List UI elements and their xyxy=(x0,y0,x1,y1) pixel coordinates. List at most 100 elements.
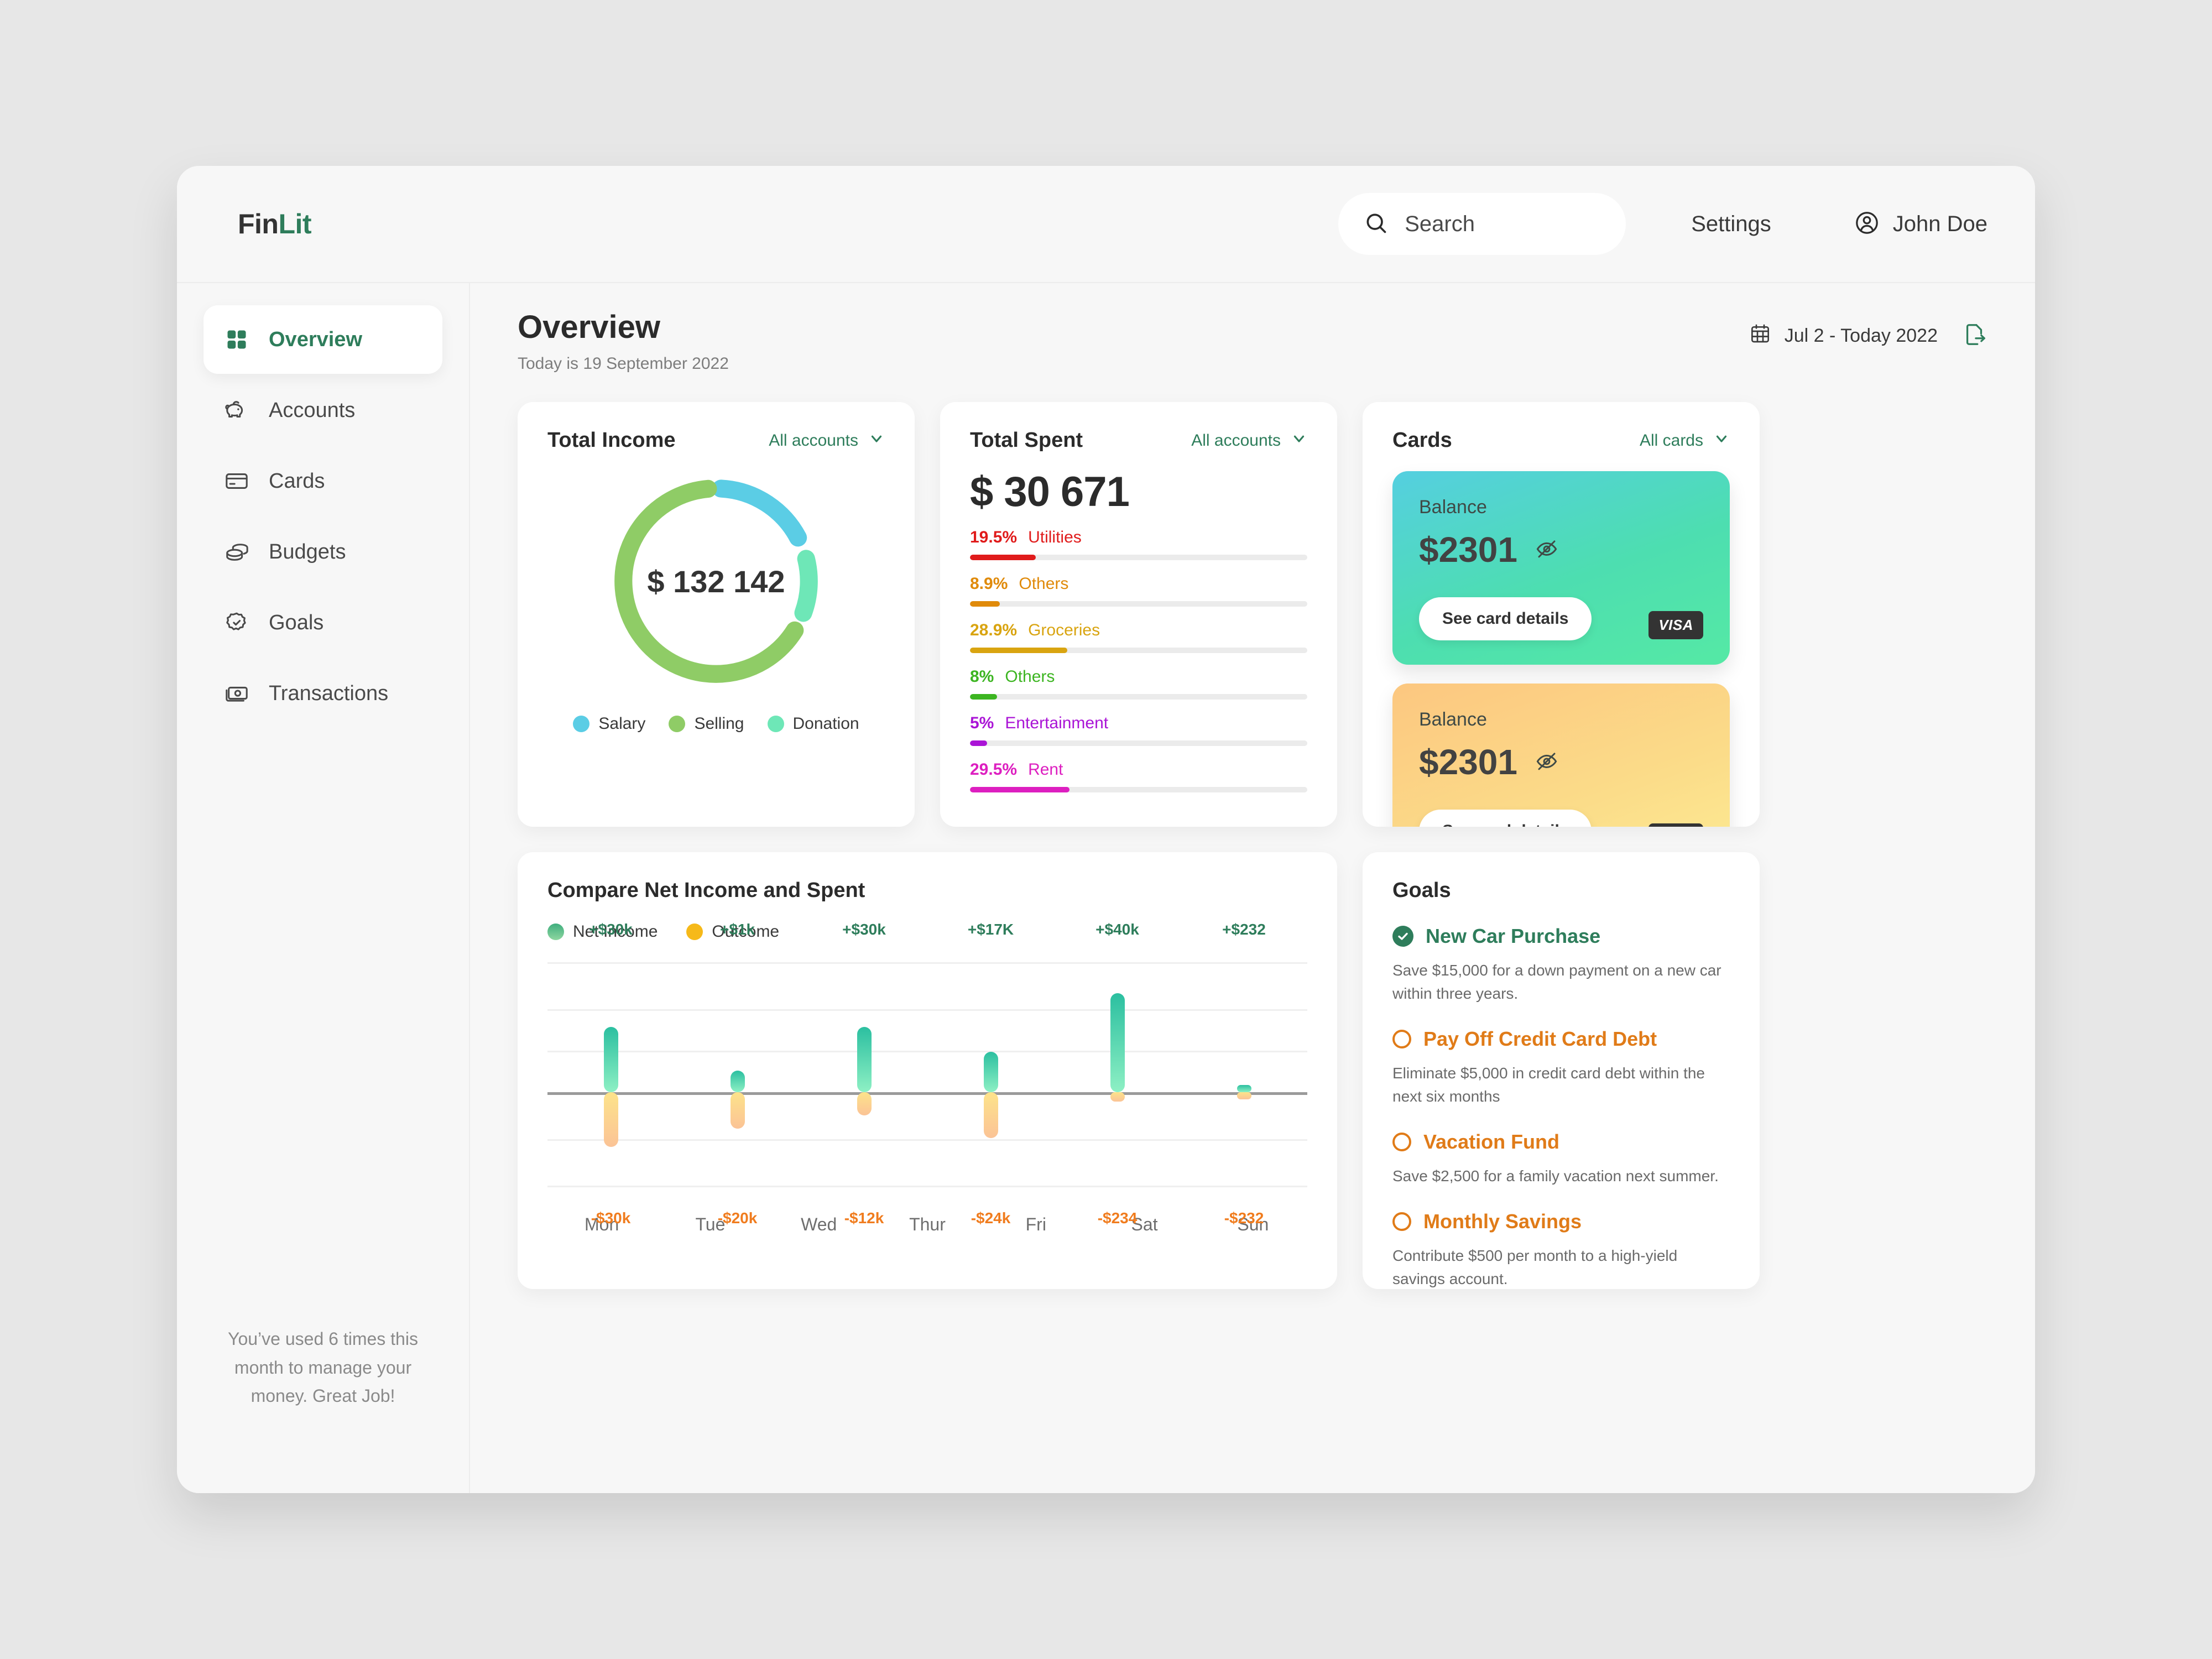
sidebar-item-overview[interactable]: Overview xyxy=(204,305,442,374)
chart-column: +$30k-$12k xyxy=(801,947,927,1207)
avatar xyxy=(1854,210,1880,238)
bar-net-income xyxy=(1237,1085,1251,1092)
goals-title: Goals xyxy=(1392,879,1451,902)
spending-row: 19.5%Utilities xyxy=(970,528,1307,560)
card-title: Total Spent xyxy=(970,429,1083,452)
bar-value-negative: -$20k xyxy=(718,1209,758,1227)
income-amount: $ 132 142 xyxy=(518,462,915,700)
card-title: Cards xyxy=(1392,429,1452,452)
legend-dot-selling xyxy=(669,716,685,732)
sidebar-footer-note: You’ve used 6 times this month to manage… xyxy=(177,1325,469,1493)
bar-outcome xyxy=(731,1092,745,1129)
see-card-details-button[interactable]: See card details xyxy=(1419,597,1592,640)
credit-card-item[interactable]: Balance $2301 See card details VIS xyxy=(1392,684,1730,827)
day-label: Thur xyxy=(873,1214,982,1235)
income-donut-chart: $ 132 142 xyxy=(518,462,915,700)
search-icon xyxy=(1364,211,1388,238)
sidebar-item-label: Goals xyxy=(269,611,324,635)
header-actions: Search Settings John Doe xyxy=(1338,193,1987,255)
spending-category: Groceries xyxy=(1028,621,1100,640)
spending-category: Rent xyxy=(1028,760,1063,779)
goal-name: New Car Purchase xyxy=(1426,925,1600,948)
chart-column: +$232-$232 xyxy=(1181,947,1307,1207)
see-card-details-button[interactable]: See card details xyxy=(1419,810,1592,827)
bar-outcome xyxy=(1237,1092,1251,1099)
goals-panel: Goals New Car PurchaseSave $15,000 for a… xyxy=(1363,852,1760,1289)
legend-label: Donation xyxy=(793,714,859,733)
settings-link[interactable]: Settings xyxy=(1691,212,1771,237)
chart-column: +$30k-$30k xyxy=(547,947,674,1207)
spending-percent: 8% xyxy=(970,667,994,686)
legend-dot-salary xyxy=(573,716,589,732)
piggy-bank-icon xyxy=(223,397,250,424)
spending-progress-track xyxy=(970,787,1307,792)
total-spent-amount: $ 30 671 xyxy=(940,452,1337,516)
bar-outcome xyxy=(857,1092,872,1115)
bar-value-negative: -$12k xyxy=(844,1209,884,1227)
spending-progress-track xyxy=(970,740,1307,746)
bar-value-positive: +$30k xyxy=(842,921,886,938)
spending-progress-fill xyxy=(970,555,1036,560)
card-balance-label: Balance xyxy=(1419,709,1703,731)
goal-item[interactable]: Vacation FundSave $2,500 for a family va… xyxy=(1363,1130,1760,1188)
compare-chart-card: Compare Net Income and Spent Net Income … xyxy=(518,852,1337,1289)
bar-value-negative: -$232 xyxy=(1224,1209,1264,1227)
main-content: Overview Today is 19 September 2022 xyxy=(470,283,2035,1493)
goal-item[interactable]: Monthly SavingsContribute $500 per month… xyxy=(1363,1210,1760,1291)
goal-item[interactable]: Pay Off Credit Card Debt Eliminate $5,000… xyxy=(1363,1027,1760,1108)
legend-dot-net-income xyxy=(547,924,564,940)
sidebar-item-accounts[interactable]: Accounts xyxy=(204,376,442,445)
income-account-filter[interactable]: All accounts xyxy=(769,430,885,451)
total-spent-card: Total Spent All accounts $ 30 671 19.5%U… xyxy=(940,402,1337,827)
bar-net-income xyxy=(1110,993,1125,1092)
check-circle-icon xyxy=(1392,926,1413,947)
cards-filter[interactable]: All cards xyxy=(1640,430,1730,451)
spending-row: 5%Entertainment xyxy=(970,714,1307,746)
bar-value-negative: -$234 xyxy=(1098,1209,1138,1227)
spending-category: Entertainment xyxy=(1005,714,1108,733)
bar-value-positive: +$232 xyxy=(1222,921,1266,938)
search-input[interactable]: Search xyxy=(1338,193,1626,255)
goal-name: Vacation Fund xyxy=(1423,1130,1559,1154)
sidebar-item-goals[interactable]: Goals xyxy=(204,588,442,657)
spending-percent: 8.9% xyxy=(970,575,1008,593)
goal-description: Eliminate $5,000 in credit card debt wit… xyxy=(1392,1062,1730,1108)
sidebar-item-cards[interactable]: Cards xyxy=(204,447,442,515)
sidebar-item-budgets[interactable]: Budgets xyxy=(204,518,442,586)
bar-value-positive: +$40k xyxy=(1095,921,1139,938)
user-menu[interactable]: John Doe xyxy=(1854,210,1987,238)
circle-icon xyxy=(1392,1212,1411,1231)
card-balance-label: Balance xyxy=(1419,497,1703,518)
date-range-picker[interactable]: Jul 2 - Today 2022 xyxy=(1749,322,1938,349)
eye-off-icon[interactable] xyxy=(1535,749,1558,775)
export-file-icon[interactable] xyxy=(1962,322,1987,350)
spending-progress-fill xyxy=(970,740,987,746)
goal-name: Pay Off Credit Card Debt xyxy=(1423,1027,1657,1051)
legend-item: Selling xyxy=(669,714,744,733)
calendar-icon xyxy=(1749,322,1771,349)
chart-column: +$17K-$24k xyxy=(927,947,1054,1207)
spending-progress-track xyxy=(970,694,1307,700)
bar-net-income xyxy=(604,1027,618,1092)
spending-progress-fill xyxy=(970,648,1067,653)
date-range-label: Jul 2 - Today 2022 xyxy=(1785,325,1938,347)
spending-row: 29.5%Rent xyxy=(970,760,1307,792)
goal-name: Monthly Savings xyxy=(1423,1210,1582,1233)
spending-category: Others xyxy=(1019,575,1068,593)
goals-list: New Car PurchaseSave $15,000 for a down … xyxy=(1363,925,1760,1291)
spending-progress-track xyxy=(970,555,1307,560)
spending-category: Others xyxy=(1005,667,1055,686)
goal-item[interactable]: New Car PurchaseSave $15,000 for a down … xyxy=(1363,925,1760,1005)
coins-icon xyxy=(223,539,250,565)
sidebar-item-transactions[interactable]: Transactions xyxy=(204,659,442,728)
visa-logo: VISA xyxy=(1648,611,1703,639)
chart-column: +$1k-$20k xyxy=(674,947,801,1207)
credit-card-item[interactable]: Balance $2301 See card details VIS xyxy=(1392,471,1730,665)
eye-off-icon[interactable] xyxy=(1535,537,1558,563)
spent-account-filter[interactable]: All accounts xyxy=(1191,430,1307,451)
page-header-actions: Jul 2 - Today 2022 xyxy=(1749,309,1987,350)
bar-net-income xyxy=(984,1052,998,1093)
spending-progress-track xyxy=(970,601,1307,607)
spending-breakdown-list: 19.5%Utilities8.9%Others28.9%Groceries8%… xyxy=(940,516,1337,792)
bar-value-negative: -$30k xyxy=(591,1209,631,1227)
